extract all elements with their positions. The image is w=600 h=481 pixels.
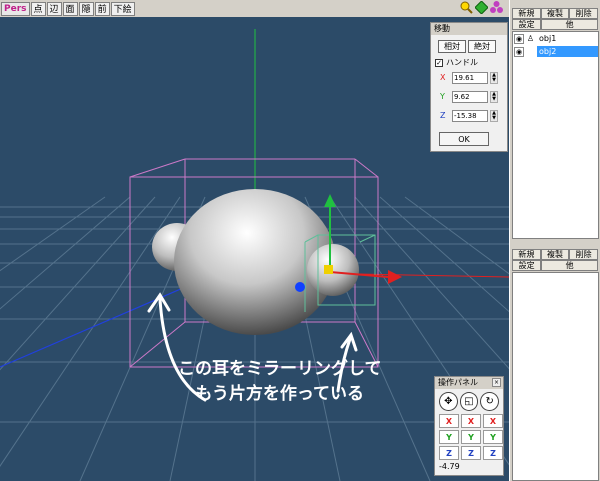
z-label: Z (440, 111, 446, 120)
object-new-button[interactable]: 新規 (512, 8, 541, 19)
visibility-eye-icon[interactable]: ◉ (514, 46, 524, 57)
pan-icon[interactable] (475, 1, 488, 14)
x-input[interactable]: 19.61 (452, 71, 488, 84)
material-copy-button[interactable]: 複製 (540, 249, 570, 260)
object-name[interactable]: obj1 (537, 33, 598, 44)
material-new-button[interactable]: 新規 (512, 249, 541, 260)
annotation-text: この耳をミラーリングして もう片方を作っている (178, 357, 382, 407)
object-delete-button[interactable]: 削除 (569, 8, 599, 19)
y-label: Y (440, 92, 445, 101)
y-axis-button-3[interactable]: Y (483, 430, 503, 444)
object-settings-button[interactable]: 設定 (512, 19, 542, 30)
view-toolbar: Pers 点 辺 面 隠 前 下絵 (0, 0, 509, 17)
visibility-eye-icon[interactable]: ◉ (514, 33, 524, 44)
rotate-icon[interactable] (490, 1, 503, 14)
move-panel: 移動 相対 絶対 ✓ ハンドル X 19.61 ▲ ▼ Y 9.62 ▲ ▼ Z -… (430, 22, 508, 152)
x-axis-button-2[interactable]: X (461, 414, 481, 428)
z-spinner[interactable]: ▲ ▼ (490, 109, 498, 122)
object-row-obj2[interactable]: ◉ obj2 (513, 45, 598, 58)
operation-panel-titlebar[interactable]: 操作パネル × (435, 377, 503, 389)
object-name[interactable]: obj2 (537, 46, 598, 57)
absolute-mode-button[interactable]: 絶対 (468, 40, 496, 53)
y-spinner[interactable]: ▲ ▼ (490, 90, 498, 103)
scale-icon[interactable]: ◱ (459, 392, 479, 411)
move-arrows-icon[interactable]: ✥ (439, 392, 458, 411)
x-axis-button-1[interactable]: X (439, 414, 459, 428)
x-label: X (440, 73, 446, 82)
material-delete-button[interactable]: 削除 (569, 249, 599, 260)
object-list: ◉ ♙ obj1 ◉ obj2 (512, 31, 599, 239)
material-list (512, 272, 599, 481)
side-panel: 新規 複製 削除 設定 他 ◉ ♙ obj1 ◉ obj2 新規 複製 削除 設… (509, 0, 600, 481)
z-axis-button-2[interactable]: Z (461, 446, 481, 460)
y-input[interactable]: 9.62 (452, 90, 488, 103)
operation-panel: 操作パネル × ✥ ◱ ↻ X X X Y Y Y Z Z Z -4.79 (434, 376, 504, 476)
annotation-line-1: この耳をミラーリングして (178, 359, 382, 379)
close-icon[interactable]: × (492, 378, 501, 387)
perspective-toggle[interactable]: Pers (1, 1, 30, 16)
object-other-button[interactable]: 他 (541, 19, 598, 30)
material-settings-button[interactable]: 設定 (512, 260, 542, 271)
x-spinner[interactable]: ▲ ▼ (490, 71, 498, 84)
z-axis-button-1[interactable]: Z (439, 446, 459, 460)
object-copy-button[interactable]: 複製 (540, 8, 570, 19)
y-axis-button-2[interactable]: Y (461, 430, 481, 444)
vertex-mode-button[interactable]: 点 (30, 1, 46, 16)
handle-checkbox[interactable]: ✓ (435, 58, 443, 67)
rotate-arrow-icon[interactable]: ↻ (480, 392, 500, 411)
lock-icon[interactable]: ♙ (525, 34, 536, 44)
handle-label: ハンドル (446, 58, 478, 67)
annotation-line-2: もう片方を作っている (195, 384, 365, 404)
operation-value: -4.79 (439, 462, 460, 471)
z-axis-button-3[interactable]: Z (483, 446, 503, 460)
y-axis-button-1[interactable]: Y (439, 430, 459, 444)
edge-mode-button[interactable]: 辺 (46, 1, 62, 16)
z-input[interactable]: -15.38 (452, 109, 488, 122)
relative-mode-button[interactable]: 相対 (438, 40, 466, 53)
move-panel-title[interactable]: 移動 (431, 23, 507, 35)
material-other-button[interactable]: 他 (541, 260, 598, 271)
lock-icon[interactable] (525, 47, 536, 57)
front-button[interactable]: 前 (94, 1, 110, 16)
face-mode-button[interactable]: 面 (62, 1, 78, 16)
object-row-obj1[interactable]: ◉ ♙ obj1 (513, 32, 598, 45)
operation-panel-title: 操作パネル (438, 378, 478, 387)
underlay-button[interactable]: 下絵 (110, 1, 135, 16)
x-axis-button-3[interactable]: X (483, 414, 503, 428)
ok-button[interactable]: OK (439, 132, 489, 146)
hide-button[interactable]: 隠 (78, 1, 94, 16)
zoom-icon[interactable] (460, 1, 473, 14)
